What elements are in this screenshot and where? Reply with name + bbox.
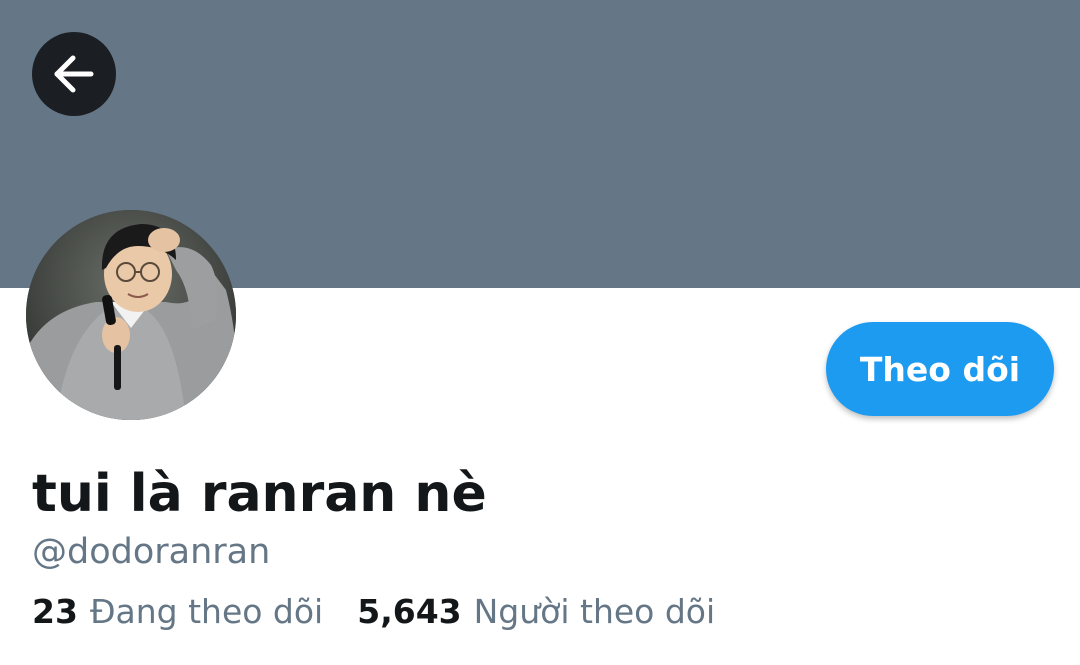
avatar-photo xyxy=(26,210,236,420)
followers-count: 5,643 xyxy=(357,592,462,631)
display-name: tui là ranran nè xyxy=(32,464,487,524)
arrow-left-icon xyxy=(54,55,94,93)
followers-label: Người theo dõi xyxy=(473,592,716,631)
profile-page: Theo dõi tui là ranran nè @dodoranran 23… xyxy=(0,0,1080,665)
following-stat[interactable]: 23 Đang theo dõi xyxy=(32,588,323,636)
profile-stats: 23 Đang theo dõi 5,643 Người theo dõi xyxy=(32,588,749,636)
followers-stat[interactable]: 5,643 Người theo dõi xyxy=(357,588,715,636)
following-count: 23 xyxy=(32,592,78,631)
avatar[interactable] xyxy=(26,210,236,420)
following-label: Đang theo dõi xyxy=(89,592,324,631)
user-handle: @dodoranran xyxy=(32,532,271,572)
back-button[interactable] xyxy=(32,32,116,116)
follow-button[interactable]: Theo dõi xyxy=(826,322,1054,416)
